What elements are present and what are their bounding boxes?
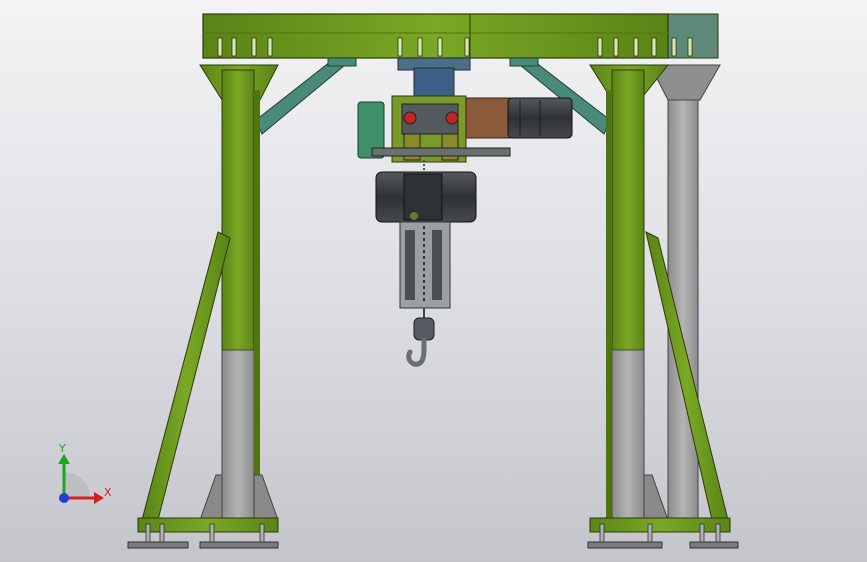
- crane-hook-icon[interactable]: [406, 308, 435, 367]
- base-plates: [127, 517, 739, 549]
- triad-x-label: X: [104, 486, 112, 499]
- left-column[interactable]: [141, 64, 279, 531]
- electric-chain-hoist[interactable]: [375, 160, 477, 309]
- coordinate-triad-icon: Y X: [58, 442, 112, 504]
- gantry-crane-model[interactable]: Y X: [0, 0, 867, 562]
- cad-viewport[interactable]: Y X: [0, 0, 867, 562]
- right-column[interactable]: [589, 64, 729, 531]
- top-girder[interactable]: [202, 13, 693, 59]
- triad-y-label: Y: [58, 442, 66, 455]
